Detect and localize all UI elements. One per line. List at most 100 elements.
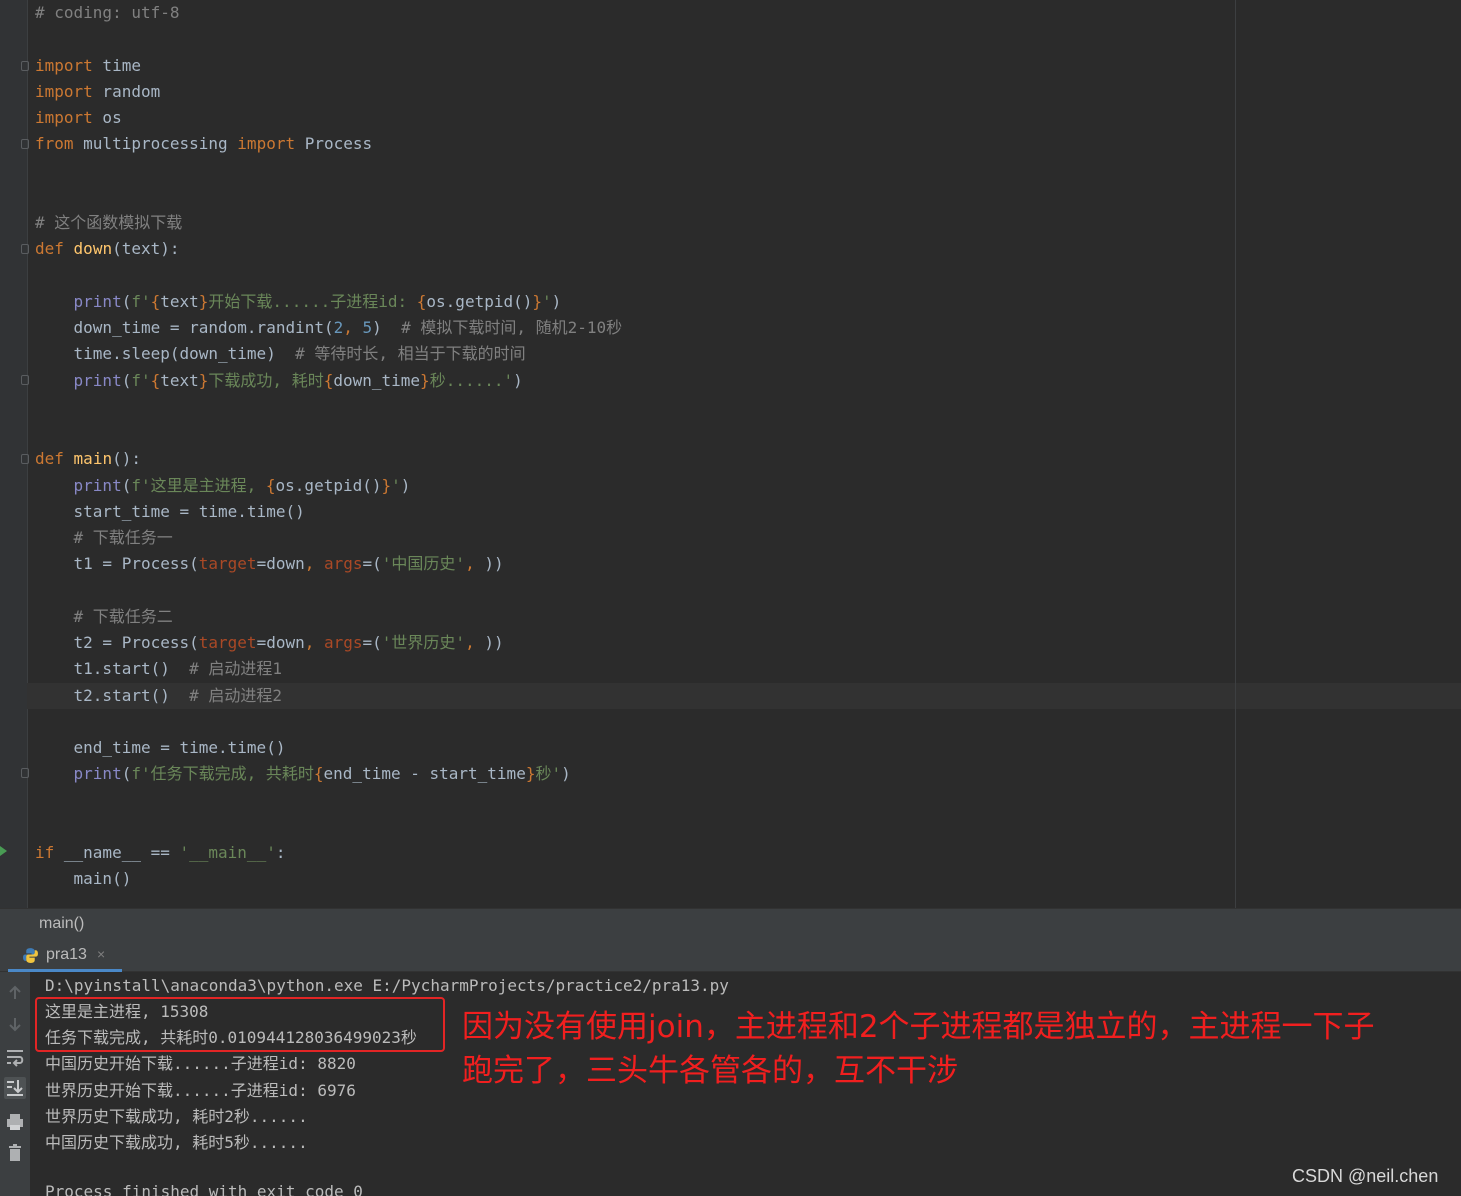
code-token: import [35, 82, 93, 101]
code-token: target [198, 633, 257, 652]
code-token: , [343, 318, 363, 337]
fold-marker[interactable] [21, 768, 29, 778]
code-token: ) [561, 764, 571, 783]
breadcrumb-item[interactable]: main() [39, 915, 84, 933]
code-token: ( [121, 292, 132, 311]
code-token: { [416, 292, 427, 311]
code-line: down_time = random.randint(2, 5) # 模拟下载时… [35, 315, 623, 341]
code-token: print [73, 476, 122, 495]
run-tool-window-header: pra13 × [0, 939, 1461, 972]
soft-wrap-icon[interactable] [4, 1046, 26, 1068]
code-token: multiprocessing [73, 134, 238, 153]
annotation-line: 跑完了，三头牛各管各的，互不干涉 [462, 1053, 958, 1089]
close-icon[interactable]: × [97, 946, 105, 962]
code-token: # 下载任务一 [73, 528, 173, 547]
code-token: args [324, 554, 363, 573]
code-token: )) [484, 554, 504, 573]
scroll-to-end-icon[interactable] [4, 1077, 26, 1099]
code-token: , [304, 633, 324, 652]
code-token: ) [372, 318, 402, 337]
code-token: (text): [112, 239, 180, 258]
code-token: # coding: utf-8 [35, 3, 180, 22]
code-token: 2 [333, 318, 344, 337]
print-icon[interactable] [4, 1111, 26, 1133]
code-token: } [381, 476, 392, 495]
console-line: D:\pyinstall\anaconda3\python.exe E:/Pyc… [45, 976, 729, 995]
breadcrumb: main() [0, 908, 1461, 939]
code-line: if __name__ == '__main__': [35, 840, 285, 866]
code-token: ( [121, 476, 132, 495]
fold-marker[interactable] [21, 244, 29, 254]
code-token: # 等待时长, 相当于下载的时间 [295, 344, 526, 363]
code-token: f' [131, 371, 151, 390]
code-token: start_time = time.time() [35, 502, 305, 521]
code-token: time.sleep(down_time) [35, 344, 296, 363]
code-line: end_time = time.time() [35, 735, 286, 761]
run-toolbar [0, 972, 30, 1196]
python-icon [23, 948, 38, 963]
code-token: end_time - start_time [323, 764, 526, 783]
console-line: 世界历史下载成功, 耗时2秒...... [45, 1107, 308, 1126]
code-token: os.getpid() [275, 476, 382, 495]
annotation-line: 因为没有使用join，主进程和2个子进程都是独立的，主进程一下子 [462, 1009, 1375, 1045]
code-token: Process [295, 134, 373, 153]
code-token: from [35, 134, 74, 153]
code-token: , [304, 554, 324, 573]
code-token: '世界历史' [381, 633, 466, 652]
code-token: { [323, 371, 334, 390]
code-token: if [35, 843, 55, 862]
code-token: # 这个函数模拟下载 [35, 213, 183, 232]
code-token: =( [362, 554, 382, 573]
code-token: { [313, 764, 324, 783]
code-token: =( [362, 633, 382, 652]
code-token: 秒' [535, 764, 562, 783]
fold-marker[interactable] [21, 61, 29, 71]
code-token: # 下载任务二 [73, 607, 173, 626]
console-line: 中国历史下载成功, 耗时5秒...... [45, 1133, 308, 1152]
code-line: main() [35, 866, 132, 892]
arrow-up-icon[interactable] [4, 982, 26, 1004]
code-line: # 下载任务一 [35, 525, 173, 551]
code-line: # 这个函数模拟下载 [35, 210, 182, 236]
code-token: end_time = time.time() [35, 738, 286, 757]
annotation-text: 因为没有使用join，主进程和2个子进程都是独立的，主进程一下子 跑完了，三头牛… [462, 1005, 1457, 1093]
code-token: } [198, 292, 209, 311]
code-line: def down(text): [35, 236, 180, 262]
code-token: args [324, 633, 363, 652]
code-token: t1.start() [35, 659, 190, 678]
code-token: t1 = Process( [35, 554, 199, 573]
code-token: ) [400, 476, 411, 495]
arrow-down-icon[interactable] [4, 1013, 26, 1035]
code-token: down_time = random.randint( [35, 318, 334, 337]
code-token: 开始下载......子进程id: [208, 292, 417, 311]
trash-icon[interactable] [4, 1142, 26, 1164]
code-token: { [150, 371, 161, 390]
code-line: from multiprocessing import Process [35, 131, 372, 157]
code-token: ) [513, 371, 523, 390]
code-editor[interactable]: # coding: utf-8 import time import random i… [0, 0, 1461, 908]
code-token: os.getpid() [426, 292, 533, 311]
run-tab-pra13[interactable]: pra13 × [8, 939, 122, 972]
code-token: =down [256, 633, 305, 652]
code-token: } [198, 371, 209, 390]
watermark: CSDN @neil.chen [1292, 1166, 1439, 1186]
code-token: ( [121, 764, 132, 783]
run-gutter-icon[interactable] [0, 846, 7, 856]
code-token: ' [542, 292, 552, 311]
fold-marker[interactable] [21, 375, 29, 385]
code-token: ' [391, 476, 401, 495]
code-line: def main(): [35, 446, 141, 472]
code-token: import [237, 134, 296, 153]
code-token: # 启动进程2 [189, 686, 283, 705]
code-line: t1.start() # 启动进程1 [35, 656, 283, 682]
fold-marker[interactable] [21, 139, 29, 149]
code-token: } [532, 292, 543, 311]
fold-marker[interactable] [21, 454, 29, 464]
console-line: Process finished with exit code 0 [45, 1182, 363, 1196]
console-line: 中国历史开始下载......子进程id: 8820 [45, 1054, 356, 1073]
